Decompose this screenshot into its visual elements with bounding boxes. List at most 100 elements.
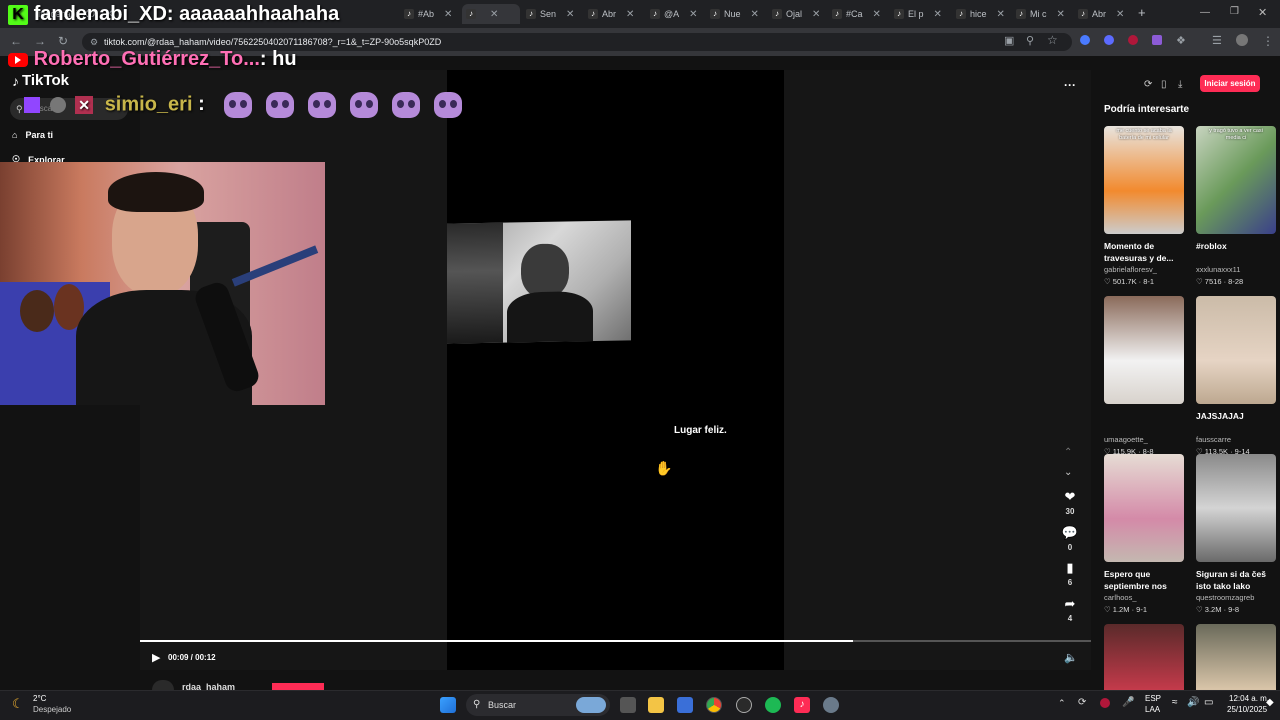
close-tab-icon[interactable]: ✕ bbox=[689, 9, 697, 20]
close-tab-icon[interactable]: ✕ bbox=[934, 9, 942, 20]
browser-tab[interactable]: ♪ Mi c ✕ bbox=[1012, 4, 1070, 24]
extension-icon[interactable] bbox=[1128, 35, 1138, 45]
close-tab-icon[interactable]: ✕ bbox=[1116, 9, 1124, 20]
task-view-icon[interactable] bbox=[620, 697, 636, 713]
extension-icon[interactable] bbox=[1080, 35, 1090, 45]
microphone-icon[interactable]: 🎤 bbox=[1122, 697, 1134, 708]
play-icon[interactable]: ▶ bbox=[152, 651, 160, 664]
suggestion-card[interactable] bbox=[1196, 624, 1276, 690]
spotify-icon[interactable] bbox=[765, 697, 781, 713]
menu-icon[interactable]: ⋮ bbox=[1262, 34, 1274, 48]
chrome-icon[interactable] bbox=[706, 697, 722, 713]
suggestion-card[interactable]: Espero que septiembre nos trat... carlhoo… bbox=[1104, 454, 1184, 614]
follow-button[interactable] bbox=[272, 683, 324, 690]
volume-icon[interactable]: 🔈 bbox=[1064, 651, 1078, 664]
browser-tab[interactable]: ♪ Sen ✕ bbox=[522, 4, 580, 24]
more-options-button[interactable]: ··· bbox=[1064, 78, 1076, 92]
reload-icon[interactable]: ↻ bbox=[58, 34, 68, 48]
speaker-icon[interactable]: 🔊 bbox=[1187, 697, 1199, 708]
wifi-icon[interactable]: ≈ bbox=[1172, 697, 1178, 708]
suggestion-card[interactable]: umaagoette_ ♡ 115.9K · 8-8 bbox=[1104, 296, 1184, 456]
tiktok-app-icon[interactable]: ♪ bbox=[794, 697, 810, 713]
browser-tab[interactable]: ♪ #Ca ✕ bbox=[828, 4, 886, 24]
suggestion-author[interactable]: gabrielafloresv_ bbox=[1104, 265, 1184, 274]
weather-desc[interactable]: Despejado bbox=[33, 705, 71, 714]
nav-item-for-you[interactable]: ⌂ Para ti bbox=[12, 130, 53, 140]
comment-button[interactable]: 💬 0 bbox=[1060, 525, 1080, 552]
new-tab-button[interactable]: + bbox=[1138, 5, 1146, 20]
download-icon[interactable]: ⤓ bbox=[1178, 79, 1182, 90]
suggestion-author[interactable]: fausscarre bbox=[1196, 435, 1276, 444]
battery-icon[interactable]: ▭ bbox=[1204, 697, 1213, 708]
language-code[interactable]: ESP bbox=[1145, 694, 1161, 703]
language-layout[interactable]: LAA bbox=[1145, 705, 1160, 714]
suggestion-author[interactable]: xxxlunaxxx11 bbox=[1196, 265, 1276, 274]
suggestion-author[interactable]: carlhoos_ bbox=[1104, 593, 1184, 602]
back-icon[interactable]: ← bbox=[10, 34, 22, 48]
suggestion-card[interactable] bbox=[1104, 624, 1184, 690]
extension-icon[interactable] bbox=[1152, 35, 1162, 45]
site-info-icon[interactable]: ⚙ bbox=[90, 37, 98, 48]
suggestion-thumbnail[interactable] bbox=[1196, 454, 1276, 562]
media-icon[interactable]: ☰ bbox=[1212, 34, 1222, 47]
suggestion-thumbnail[interactable] bbox=[1104, 624, 1184, 690]
suggestion-card[interactable]: y tragó tuvo a ver casi media ci #roblox x… bbox=[1196, 126, 1276, 286]
sync-icon[interactable]: ⟳ bbox=[1078, 697, 1086, 708]
store-icon[interactable] bbox=[677, 697, 693, 713]
suggestion-author[interactable]: umaagoette_ bbox=[1104, 435, 1184, 444]
share-button[interactable]: ➦ 4 bbox=[1060, 596, 1080, 623]
browser-tab[interactable]: ♪ hice ✕ bbox=[952, 4, 1010, 24]
notifications-icon[interactable]: ◆ bbox=[1266, 697, 1274, 708]
clock-date[interactable]: 25/10/2025 bbox=[1227, 705, 1267, 714]
suggestion-card[interactable]: JAJSJAJAJ fausscarre ♡ 113.5K · 9-14 bbox=[1196, 296, 1276, 456]
suggestion-author[interactable]: questroomzagreb bbox=[1196, 593, 1276, 602]
close-tab-icon[interactable]: ✕ bbox=[873, 9, 881, 20]
close-tab-icon[interactable]: ✕ bbox=[566, 9, 574, 20]
zoom-icon[interactable]: ⚲ bbox=[1026, 34, 1034, 47]
suggestion-thumbnail[interactable] bbox=[1196, 296, 1276, 404]
app-icon[interactable] bbox=[736, 697, 752, 713]
suggestion-card[interactable]: me cuento se acaba la batería de mi celu… bbox=[1104, 126, 1184, 286]
suggestion-thumbnail[interactable] bbox=[1196, 624, 1276, 690]
tray-app-icon[interactable] bbox=[1100, 698, 1110, 708]
close-tab-icon[interactable]: ✕ bbox=[997, 9, 1005, 20]
chevron-down-icon[interactable]: ⌄ bbox=[1064, 467, 1072, 478]
file-explorer-icon[interactable] bbox=[648, 697, 664, 713]
suggestion-card[interactable]: Siguran si da češ isto tako lako prevari… bbox=[1196, 454, 1276, 614]
device-icon[interactable]: ▯ bbox=[1161, 79, 1167, 90]
coin-icon[interactable]: ⟳ bbox=[1144, 79, 1152, 90]
progress-track[interactable] bbox=[140, 640, 1091, 642]
suggestion-thumbnail[interactable] bbox=[1104, 296, 1184, 404]
tiktok-logo[interactable]: ♪ TikTok bbox=[12, 72, 69, 89]
bookmark-button[interactable]: ▮ 6 bbox=[1060, 560, 1080, 587]
video-frame[interactable] bbox=[447, 70, 784, 670]
browser-tab[interactable]: ♪ Nue ✕ bbox=[706, 4, 764, 24]
browser-tab[interactable]: ♪ #Ab ✕ bbox=[400, 4, 458, 24]
login-button[interactable]: Iniciar sesión bbox=[1200, 75, 1260, 92]
close-tab-icon[interactable]: ✕ bbox=[626, 9, 634, 20]
close-window-icon[interactable]: ✕ bbox=[1258, 6, 1267, 19]
maximize-icon[interactable]: ❐ bbox=[1230, 6, 1239, 17]
extension-icon[interactable] bbox=[1104, 35, 1114, 45]
browser-tab[interactable]: ♪ Abr ✕ bbox=[1074, 4, 1132, 24]
settings-icon[interactable] bbox=[823, 697, 839, 713]
extensions-puzzle-icon[interactable]: ❖ bbox=[1176, 34, 1186, 47]
browser-tab[interactable]: ♪ @A ✕ bbox=[646, 4, 704, 24]
browser-tab[interactable]: ♪ Ojal ✕ bbox=[768, 4, 826, 24]
suggestion-thumbnail[interactable]: y tragó tuvo a ver casi media ci bbox=[1196, 126, 1276, 234]
weather-icon[interactable]: ☾ bbox=[12, 696, 24, 712]
install-icon[interactable]: ▣ bbox=[1004, 34, 1014, 47]
browser-tab[interactable]: ♪ ✕ bbox=[462, 4, 520, 24]
taskbar-search-input[interactable]: ⚲ Buscar bbox=[466, 694, 610, 716]
close-tab-icon[interactable]: ✕ bbox=[751, 9, 759, 20]
bookmark-star-icon[interactable]: ☆ bbox=[1047, 33, 1058, 47]
profile-avatar[interactable] bbox=[1236, 34, 1248, 46]
suggestion-thumbnail[interactable]: me cuento se acaba la batería de mi celu… bbox=[1104, 126, 1184, 234]
browser-tab[interactable]: ♪ El p ✕ bbox=[890, 4, 948, 24]
forward-icon[interactable]: → bbox=[34, 34, 46, 48]
browser-tab[interactable]: ♪ Abr ✕ bbox=[584, 4, 642, 24]
chevron-up-icon[interactable]: ⌃ bbox=[1058, 698, 1066, 709]
minimize-icon[interactable]: — bbox=[1200, 7, 1210, 18]
windows-start-icon[interactable] bbox=[440, 697, 456, 713]
clock-time[interactable]: 12:04 a. m. bbox=[1229, 694, 1269, 703]
